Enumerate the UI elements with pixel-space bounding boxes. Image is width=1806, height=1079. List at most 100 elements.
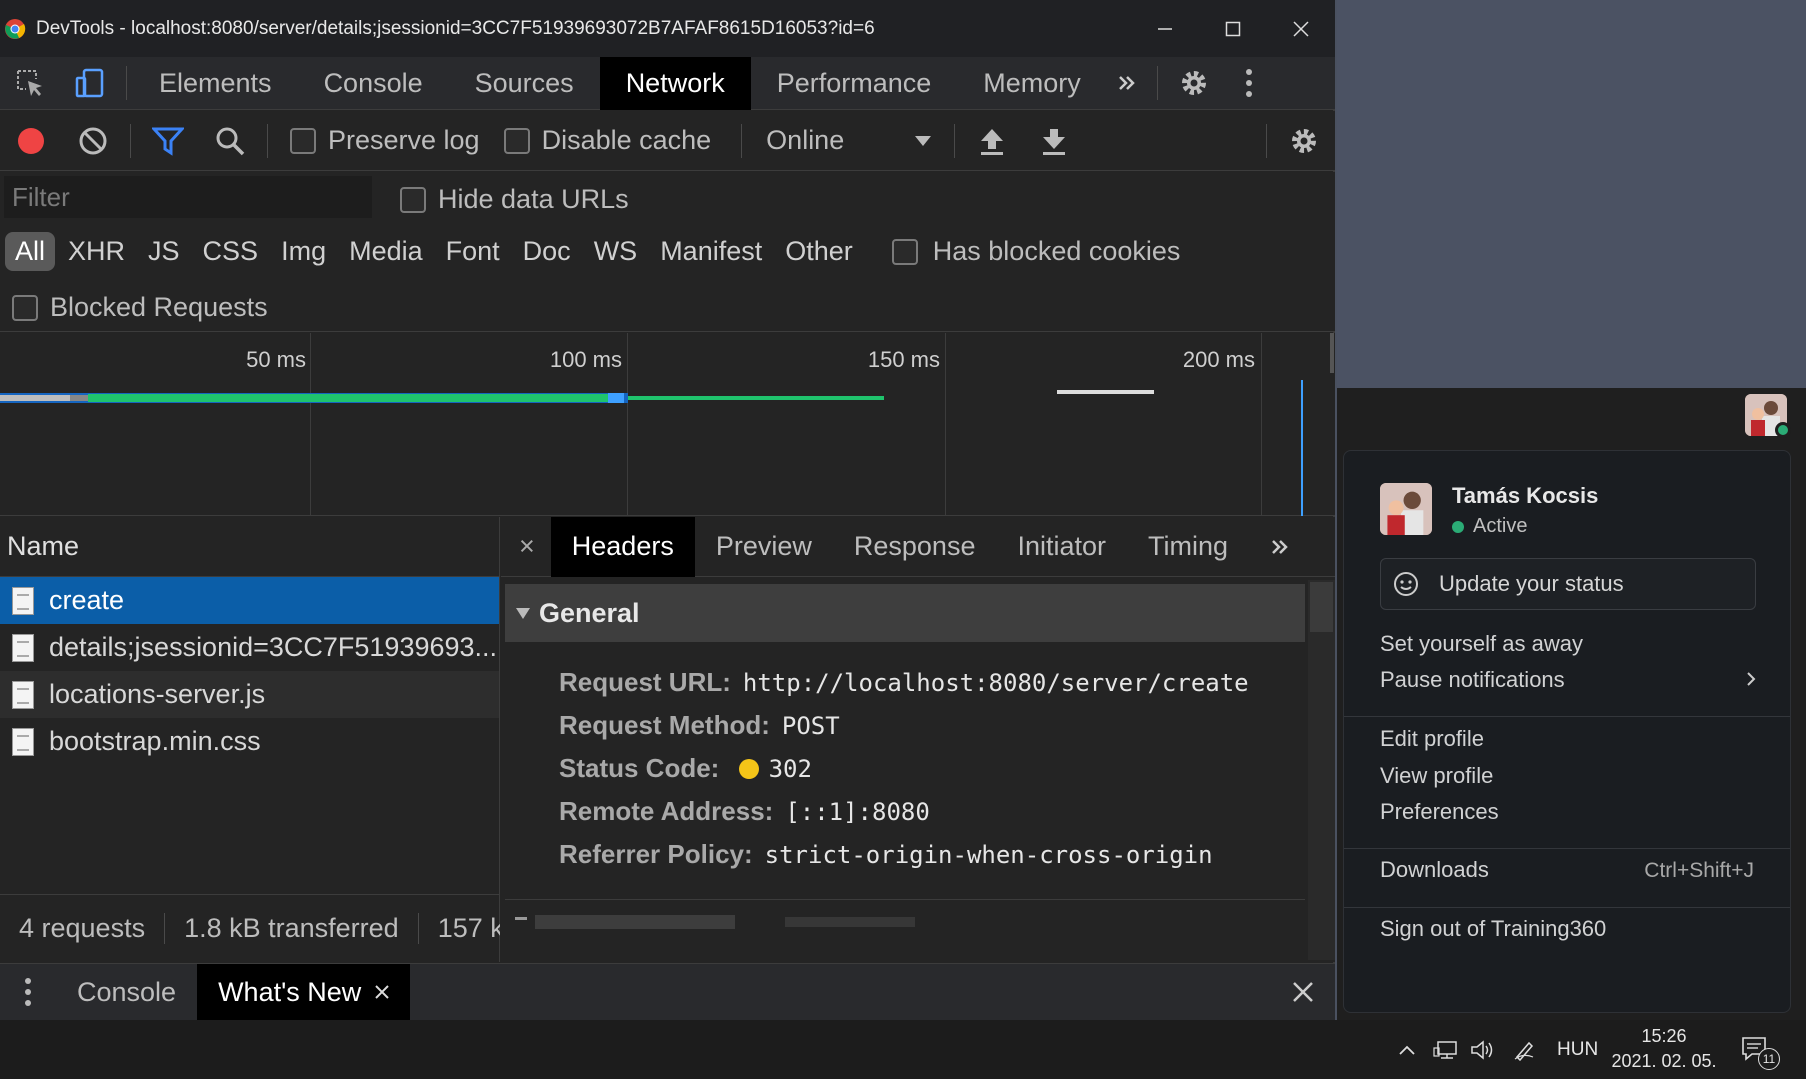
filter-type-font[interactable]: Font — [436, 232, 510, 271]
action-center-button[interactable]: 11 — [1740, 1020, 1780, 1079]
toolbar-divider — [1156, 66, 1158, 100]
pen-tray-button[interactable] — [1513, 1020, 1537, 1079]
block-icon — [79, 127, 107, 154]
show-hidden-icons-button[interactable] — [1398, 1020, 1416, 1079]
more-options-button[interactable] — [1224, 57, 1274, 110]
hide-data-urls-label: Hide data URLs — [438, 184, 629, 214]
request-row[interactable]: create — [0, 577, 499, 624]
throttling-select[interactable]: Online — [748, 125, 948, 156]
disable-cache-checkbox[interactable] — [503, 127, 530, 154]
drawer-menu-button[interactable] — [0, 964, 56, 1021]
request-row[interactable]: bootstrap.min.css — [0, 718, 499, 765]
has-blocked-cookies-checkbox[interactable] — [891, 238, 918, 265]
title-bar: DevTools - localhost:8080/server/details… — [0, 0, 1335, 57]
filter-type-img[interactable]: Img — [271, 232, 336, 271]
document-icon — [12, 680, 34, 709]
filter-type-doc[interactable]: Doc — [513, 232, 581, 271]
more-tabs-button[interactable] — [1107, 57, 1147, 110]
preferences-item[interactable]: Preferences — [1380, 799, 1499, 825]
request-row[interactable]: locations-server.js — [0, 671, 499, 718]
edit-profile-item[interactable]: Edit profile — [1380, 726, 1484, 752]
device-toolbar-button[interactable] — [60, 57, 120, 110]
resource-type-filters: All XHR JS CSS Img Media Font Doc WS Man… — [5, 232, 1204, 271]
avatar-photo-icon — [1380, 483, 1432, 535]
preserve-log-checkbox[interactable] — [290, 127, 316, 154]
tab-timing[interactable]: Timing — [1127, 517, 1249, 577]
filter-type-ws[interactable]: WS — [584, 232, 648, 271]
tab-network[interactable]: Network — [599, 56, 751, 110]
filter-type-js[interactable]: JS — [138, 232, 190, 271]
record-button[interactable] — [0, 111, 62, 171]
header-value: strict-origin-when-cross-origin — [764, 841, 1213, 869]
timeline-load-marker — [1301, 380, 1303, 516]
header-value: POST — [781, 712, 840, 740]
sign-out-item[interactable]: Sign out of Training360 — [1380, 916, 1606, 942]
filter-type-css[interactable]: CSS — [193, 232, 269, 271]
volume-tray-button[interactable] — [1470, 1020, 1496, 1079]
clear-button[interactable] — [62, 111, 124, 171]
input-language-button[interactable]: HUN — [1557, 1020, 1598, 1079]
header-value: [::1]:8080 — [785, 798, 930, 826]
close-details-button[interactable]: × — [501, 517, 551, 577]
general-section-header[interactable]: General — [505, 584, 1305, 642]
request-row[interactable]: details;jsessionid=3CC7F51939693... — [0, 624, 499, 671]
timeline-scrollbar[interactable] — [1330, 333, 1334, 373]
name-column-header[interactable]: Name — [0, 517, 499, 577]
tab-preview[interactable]: Preview — [695, 517, 833, 577]
request-count: 4 requests — [0, 913, 166, 944]
tab-memory[interactable]: Memory — [957, 57, 1107, 110]
minimize-button[interactable] — [1131, 0, 1199, 57]
toolbar-divider — [126, 66, 127, 100]
menu-avatar — [1380, 483, 1432, 535]
view-profile-item[interactable]: View profile — [1380, 763, 1493, 789]
close-button[interactable] — [1267, 0, 1335, 57]
network-settings-button[interactable] — [1273, 111, 1335, 171]
toolbar-divider — [267, 123, 268, 158]
maximize-button[interactable] — [1199, 0, 1267, 57]
network-icon — [1433, 1040, 1457, 1059]
filter-type-other[interactable]: Other — [775, 232, 863, 271]
document-icon — [12, 727, 34, 756]
settings-button[interactable] — [1164, 57, 1224, 110]
search-button[interactable] — [199, 111, 261, 171]
drawer-tab-console[interactable]: Console — [56, 964, 197, 1021]
drawer-tab-whats-new[interactable]: What's New — [197, 963, 411, 1021]
pause-notifications-item[interactable]: Pause notifications — [1380, 667, 1756, 693]
tab-headers[interactable]: Headers — [550, 516, 695, 577]
filter-type-xhr[interactable]: XHR — [58, 232, 135, 271]
close-icon[interactable] — [375, 985, 389, 999]
details-scrollbar[interactable] — [1308, 580, 1335, 960]
resources-size: 157 k — [437, 913, 500, 943]
update-status-label: Update your status — [1439, 571, 1624, 596]
request-name: locations-server.js — [49, 679, 266, 709]
tab-response[interactable]: Response — [833, 517, 997, 577]
downloads-item[interactable]: Downloads — [1380, 857, 1489, 883]
filter-type-manifest[interactable]: Manifest — [650, 232, 772, 271]
response-headers-section-clipped[interactable] — [505, 903, 1305, 929]
hide-data-urls-checkbox[interactable] — [400, 186, 426, 213]
filter-input[interactable] — [4, 176, 372, 218]
inspect-element-button[interactable] — [0, 57, 60, 110]
clock-date: 2021. 02. 05. — [1611, 1051, 1717, 1071]
network-tray-button[interactable] — [1433, 1020, 1459, 1079]
set-away-item[interactable]: Set yourself as away — [1380, 631, 1583, 657]
network-overview-timeline[interactable]: 50 ms 100 ms 150 ms 200 ms — [0, 333, 1335, 516]
inspect-cursor-icon — [17, 70, 42, 96]
taskbar-clock[interactable]: 15:26 2021. 02. 05. — [1604, 1024, 1724, 1074]
update-status-button[interactable]: Update your status — [1380, 558, 1756, 610]
request-name: create — [49, 585, 125, 615]
blocked-requests-checkbox[interactable] — [12, 294, 38, 321]
tab-performance[interactable]: Performance — [751, 57, 958, 110]
close-drawer-button[interactable] — [1271, 964, 1335, 1021]
filter-type-media[interactable]: Media — [339, 232, 433, 271]
import-har-button[interactable] — [961, 111, 1023, 171]
tab-initiator[interactable]: Initiator — [996, 517, 1127, 577]
export-har-button[interactable] — [1023, 111, 1085, 171]
more-details-tabs-button[interactable] — [1249, 517, 1311, 577]
tab-sources[interactable]: Sources — [449, 57, 600, 110]
tab-elements[interactable]: Elements — [133, 57, 298, 110]
tab-console[interactable]: Console — [298, 57, 449, 110]
filter-type-all[interactable]: All — [5, 232, 56, 271]
scrollbar-thumb[interactable] — [1310, 582, 1333, 632]
filter-toggle-button[interactable] — [137, 111, 199, 171]
